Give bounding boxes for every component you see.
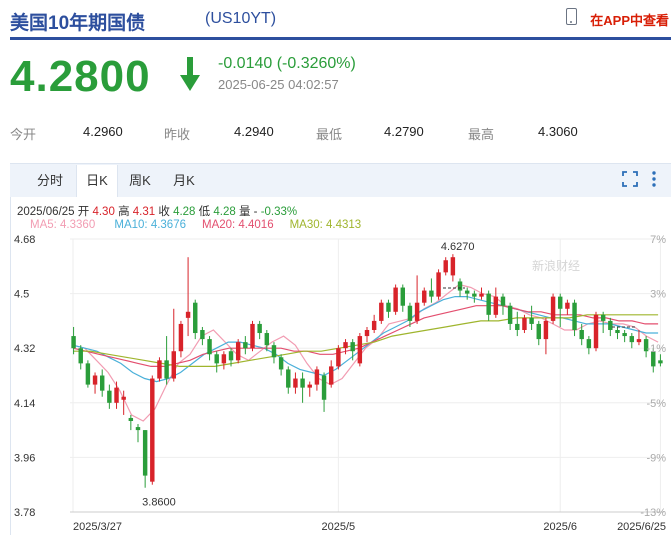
ma10-label: MA10: 4.3676 <box>114 219 186 231</box>
price-change: -0.0140 (-0.3260%) <box>218 55 356 72</box>
stat-value-open: 4.2960 <box>83 124 123 139</box>
stats-row: 今开 4.2960 昨收 4.2940 最低 4.2790 最高 4.3060 <box>10 120 671 144</box>
phone-icon[interactable] <box>566 8 577 25</box>
tab-monthly-k[interactable]: 月K <box>164 165 204 197</box>
tab-daily-k[interactable]: 日K <box>76 165 118 197</box>
page-header: 美国10年期国债 (US10YT) 在APP中查看 <box>0 0 671 38</box>
info-open: 4.30 <box>92 206 115 218</box>
down-arrow-icon <box>180 57 200 91</box>
candle-info: 2025/06/25 开 4.30 高 4.31 收 4.28 低 4.28 量… <box>17 203 297 219</box>
quote-time: 2025-06-25 04:02:57 <box>218 77 339 92</box>
open-in-app-link[interactable]: 在APP中查看 <box>590 10 669 29</box>
ma30-label: MA30: 4.4313 <box>289 219 362 231</box>
stat-value-low: 4.2790 <box>384 124 424 139</box>
stat-label-high: 最高 <box>468 127 495 142</box>
info-close: 4.28 <box>173 206 196 218</box>
info-date: 2025/06/25 <box>17 206 75 218</box>
period-tabs: 分时 日K 周K 月K <box>10 163 671 197</box>
header-divider <box>10 37 671 40</box>
info-low-label: 低 <box>198 206 211 218</box>
info-open-label: 开 <box>77 206 90 218</box>
ma20-label: MA20: 4.4016 <box>201 219 274 231</box>
stat-label-low: 最低 <box>316 127 343 142</box>
info-high-label: 高 <box>118 206 130 218</box>
info-volume: - <box>253 206 258 218</box>
stat-label-open: 今开 <box>10 127 37 142</box>
stat-value-high: 4.3060 <box>538 124 578 139</box>
stat-value-prev-close: 4.2940 <box>234 124 274 139</box>
info-volume-label: 量 <box>238 206 251 218</box>
ticker-code: (US10YT) <box>205 10 277 27</box>
stat-label-prev-close: 昨收 <box>164 127 191 142</box>
info-pct: -0.33% <box>260 206 298 218</box>
tab-weekly-k[interactable]: 周K <box>120 165 160 197</box>
fullscreen-icon[interactable] <box>621 170 639 188</box>
info-high: 4.31 <box>132 206 156 218</box>
ma5-label: MA5: 4.3360 <box>30 219 96 231</box>
info-low: 4.28 <box>213 206 236 218</box>
page-title: 美国10年期国债 <box>10 13 146 34</box>
info-close-label: 收 <box>158 206 170 218</box>
more-vertical-icon[interactable] <box>648 170 660 188</box>
tab-intraday[interactable]: 分时 <box>30 165 70 197</box>
last-price: 4.2800 <box>10 52 151 101</box>
ma-legend: MA5: 4.3360 MA10: 4.3676 MA20: 4.4016 MA… <box>30 219 361 231</box>
